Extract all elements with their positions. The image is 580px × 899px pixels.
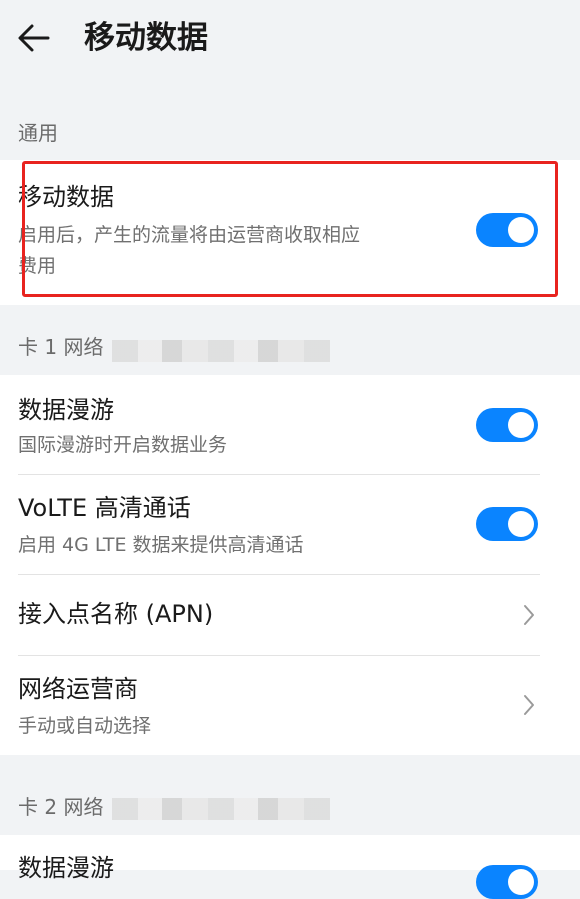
mobile-data-title: 移动数据 <box>18 183 114 211</box>
section-label-sim2: 卡 2 网络 <box>18 795 104 819</box>
chevron-right-icon <box>524 605 534 625</box>
sim2-data-roaming-toggle[interactable] <box>476 865 538 899</box>
data-roaming-row[interactable]: 数据漫游 国际漫游时开启数据业务 <box>0 375 580 475</box>
network-operator-title: 网络运营商 <box>18 675 138 703</box>
data-roaming-subtitle: 国际漫游时开启数据业务 <box>18 434 228 456</box>
section-label-general: 通用 <box>18 121 58 145</box>
mobile-data-toggle[interactable] <box>476 213 538 247</box>
apn-title: 接入点名称 (APN) <box>18 600 214 628</box>
mobile-data-subtitle-line2: 费用 <box>18 255 57 277</box>
toggle-knob <box>508 869 534 895</box>
volte-title: VoLTE 高清通话 <box>18 494 191 522</box>
chevron-right-icon <box>524 695 534 715</box>
mobile-data-row[interactable]: 移动数据 启用后，产生的流量将由运营商收取相应 费用 <box>0 160 580 305</box>
network-operator-row[interactable]: 网络运营商 手动或自动选择 <box>0 656 580 755</box>
toggle-knob <box>508 412 534 438</box>
sim2-card: 数据漫游 <box>0 835 580 899</box>
volte-toggle[interactable] <box>476 507 538 541</box>
toggle-knob <box>508 217 534 243</box>
volte-subtitle: 启用 4G LTE 数据来提供高清通话 <box>18 534 304 556</box>
redacted-carrier-name <box>112 340 330 362</box>
arrow-left-icon <box>18 24 50 52</box>
sim2-data-roaming-title: 数据漫游 <box>18 854 114 882</box>
data-roaming-toggle[interactable] <box>476 408 538 442</box>
mobile-data-subtitle-line1: 启用后，产生的流量将由运营商收取相应 <box>18 224 361 246</box>
sim1-card: 数据漫游 国际漫游时开启数据业务 VoLTE 高清通话 启用 4G LTE 数据… <box>0 375 580 755</box>
general-card: 移动数据 启用后，产生的流量将由运营商收取相应 费用 <box>0 160 580 305</box>
back-button[interactable] <box>14 18 54 58</box>
sim2-data-roaming-row[interactable]: 数据漫游 <box>0 835 580 899</box>
section-label-sim1: 卡 1 网络 <box>18 335 104 359</box>
page-title: 移动数据 <box>84 20 208 56</box>
redacted-carrier-name <box>112 798 330 820</box>
apn-row[interactable]: 接入点名称 (APN) <box>0 575 580 655</box>
toggle-knob <box>508 511 534 537</box>
data-roaming-title: 数据漫游 <box>18 396 114 424</box>
network-operator-subtitle: 手动或自动选择 <box>18 715 152 737</box>
volte-row[interactable]: VoLTE 高清通话 启用 4G LTE 数据来提供高清通话 <box>0 475 580 574</box>
app-bar: 移动数据 <box>0 0 580 80</box>
